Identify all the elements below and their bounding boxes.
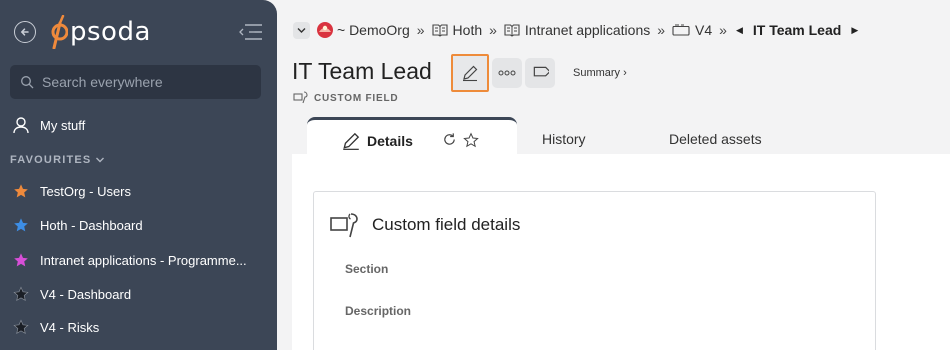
breadcrumb-org-label: ~ DemoOrg <box>337 22 410 38</box>
logo-text: psoda <box>70 17 151 47</box>
asset-type-text: CUSTOM FIELD <box>314 92 399 104</box>
breadcrumb-separator: » <box>719 22 727 38</box>
search-input[interactable] <box>42 74 242 90</box>
breadcrumb-separator: » <box>416 22 425 38</box>
star-icon <box>12 285 30 303</box>
breadcrumb-item-label: V4 <box>695 22 713 38</box>
pencil-icon <box>463 65 478 82</box>
person-icon <box>12 116 30 134</box>
summary-link[interactable]: Summary › <box>573 67 627 79</box>
breadcrumb-item[interactable]: Hoth <box>431 22 483 38</box>
edit-button[interactable] <box>451 54 489 92</box>
book-icon <box>504 24 520 37</box>
details-card: Custom field details Section Description <box>313 191 876 350</box>
collapse-menu-icon[interactable] <box>239 23 263 41</box>
tab-history[interactable]: History <box>542 131 586 147</box>
breadcrumb-item[interactable]: V4 <box>672 22 712 38</box>
sidebar-item-label: My stuff <box>40 117 86 133</box>
custom-field-icon <box>293 91 308 104</box>
book-icon <box>431 24 448 37</box>
field-label-description: Description <box>345 304 412 318</box>
back-icon[interactable] <box>14 21 36 43</box>
favourite-label: Hoth - Dashboard <box>40 217 143 233</box>
breadcrumb-item-label: Intranet applications <box>524 22 651 38</box>
custom-field-icon <box>330 213 358 238</box>
refresh-icon[interactable] <box>442 132 457 147</box>
chevron-down-icon <box>96 157 105 163</box>
tab-details[interactable]: Details <box>307 117 517 157</box>
breadcrumb-separator: » <box>657 22 666 38</box>
tag-button[interactable] <box>525 58 555 88</box>
favourite-star-icon[interactable] <box>463 132 479 148</box>
favourite-label: TestOrg - Users <box>40 183 132 199</box>
card-title: Custom field details <box>372 215 521 234</box>
sidebar: psoda My stuff FAVOURITES TestOrg - User… <box>0 0 277 350</box>
breadcrumb-separator: » <box>489 22 497 38</box>
sidebar-item-my-stuff[interactable]: My stuff <box>12 116 85 134</box>
favourite-label: Intranet applications - Programme... <box>40 252 247 268</box>
sidebar-favourite-item[interactable]: TestOrg - Users <box>12 182 131 200</box>
search-icon <box>21 76 34 89</box>
sidebar-favourite-item[interactable]: Intranet applications - Programme... <box>12 251 247 269</box>
sidebar-favourite-item[interactable]: V4 - Dashboard <box>12 285 131 303</box>
search-box[interactable] <box>10 65 261 99</box>
tag-icon <box>533 66 549 77</box>
tab-details-label: Details <box>367 133 413 149</box>
favourites-heading[interactable]: FAVOURITES <box>10 154 105 166</box>
card-header: Custom field details <box>330 211 520 239</box>
tab-deleted-assets[interactable]: Deleted assets <box>669 131 762 147</box>
prev-sibling-icon[interactable]: ◀ <box>736 25 743 36</box>
field-label-section: Section <box>345 262 389 276</box>
breadcrumb-dropdown-icon[interactable] <box>293 21 310 39</box>
favourite-label: V4 - Dashboard <box>40 286 132 302</box>
psoda-logo-icon <box>51 15 68 49</box>
next-sibling-icon[interactable]: ▶ <box>851 25 858 36</box>
favourites-heading-label: FAVOURITES <box>10 154 92 166</box>
star-icon <box>12 216 30 234</box>
org-logo-icon <box>317 22 333 38</box>
star-icon <box>12 251 30 269</box>
page-title: IT Team Lead <box>292 58 432 84</box>
star-icon <box>12 182 30 200</box>
main-area: ~ DemoOrg » Hoth » Intranet applications… <box>277 0 950 350</box>
more-options-button[interactable] <box>492 58 522 88</box>
breadcrumb: ~ DemoOrg » Hoth » Intranet applications… <box>293 19 868 41</box>
asset-type-label: CUSTOM FIELD <box>293 91 398 105</box>
breadcrumb-item-label: Hoth <box>452 22 483 38</box>
breadcrumb-org[interactable]: ~ DemoOrg <box>316 21 410 39</box>
favourite-label: V4 - Risks <box>40 319 100 335</box>
pencil-icon <box>343 132 360 150</box>
sidebar-favourite-item[interactable]: Hoth - Dashboard <box>12 216 143 234</box>
sidebar-favourite-item[interactable]: V4 - Risks <box>12 318 99 336</box>
star-icon <box>12 318 30 336</box>
psoda-logo[interactable]: psoda <box>48 14 151 50</box>
breadcrumb-current: IT Team Lead <box>752 22 842 38</box>
breadcrumb-item[interactable]: Intranet applications <box>504 22 650 38</box>
folder-icon <box>672 24 690 36</box>
ellipsis-icon <box>498 70 516 76</box>
